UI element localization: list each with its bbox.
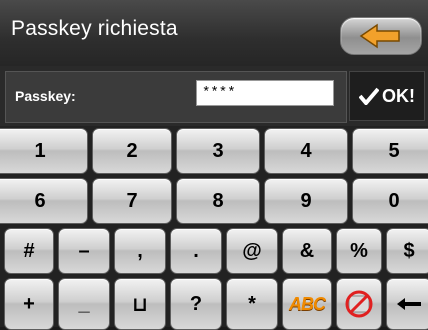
- key-8[interactable]: 8: [176, 178, 260, 224]
- backspace-button[interactable]: [386, 278, 428, 330]
- passkey-label: Passkey:: [15, 88, 76, 104]
- ok-button[interactable]: OK!: [349, 71, 425, 121]
- keyboard: 1 2 3 4 5 6 7 8 9 0 # – , . @ & % $ + _ …: [0, 126, 428, 330]
- key-0[interactable]: 0: [352, 178, 428, 224]
- abc-mode-button[interactable]: ABC: [282, 278, 332, 330]
- key-5[interactable]: 5: [352, 128, 428, 174]
- key-4[interactable]: 4: [264, 128, 348, 174]
- key-ampersand[interactable]: &: [282, 228, 332, 274]
- key-asterisk[interactable]: *: [226, 278, 278, 330]
- key-dollar[interactable]: $: [386, 228, 428, 274]
- checkmark-icon: [359, 87, 379, 105]
- key-question[interactable]: ?: [170, 278, 222, 330]
- page-title: Passkey richiesta: [11, 17, 178, 40]
- passkey-row: Passkey: **** OK!: [0, 66, 428, 126]
- key-period[interactable]: .: [170, 228, 222, 274]
- abc-mode-icon: ABC: [289, 293, 326, 314]
- ok-label: OK!: [382, 85, 415, 106]
- key-comma[interactable]: ,: [114, 228, 166, 274]
- back-arrow-icon: [359, 23, 400, 49]
- key-percent[interactable]: %: [336, 228, 382, 274]
- key-hash[interactable]: #: [4, 228, 54, 274]
- key-1[interactable]: 1: [0, 128, 88, 174]
- backspace-arrow-icon: [397, 298, 421, 310]
- key-at[interactable]: @: [226, 228, 278, 274]
- key-underscore[interactable]: _: [58, 278, 110, 330]
- key-2[interactable]: 2: [92, 128, 172, 174]
- key-6[interactable]: 6: [0, 178, 88, 224]
- no-edit-icon: [345, 290, 373, 318]
- passkey-input[interactable]: ****: [196, 80, 334, 106]
- key-7[interactable]: 7: [92, 178, 172, 224]
- key-plus[interactable]: +: [4, 278, 54, 330]
- back-button[interactable]: [340, 17, 422, 55]
- header-bar: Passkey richiesta: [0, 0, 428, 66]
- no-edit-button[interactable]: [336, 278, 382, 330]
- key-space[interactable]: ⊔: [114, 278, 166, 330]
- key-3[interactable]: 3: [176, 128, 260, 174]
- key-9[interactable]: 9: [264, 178, 348, 224]
- key-dash[interactable]: –: [58, 228, 110, 274]
